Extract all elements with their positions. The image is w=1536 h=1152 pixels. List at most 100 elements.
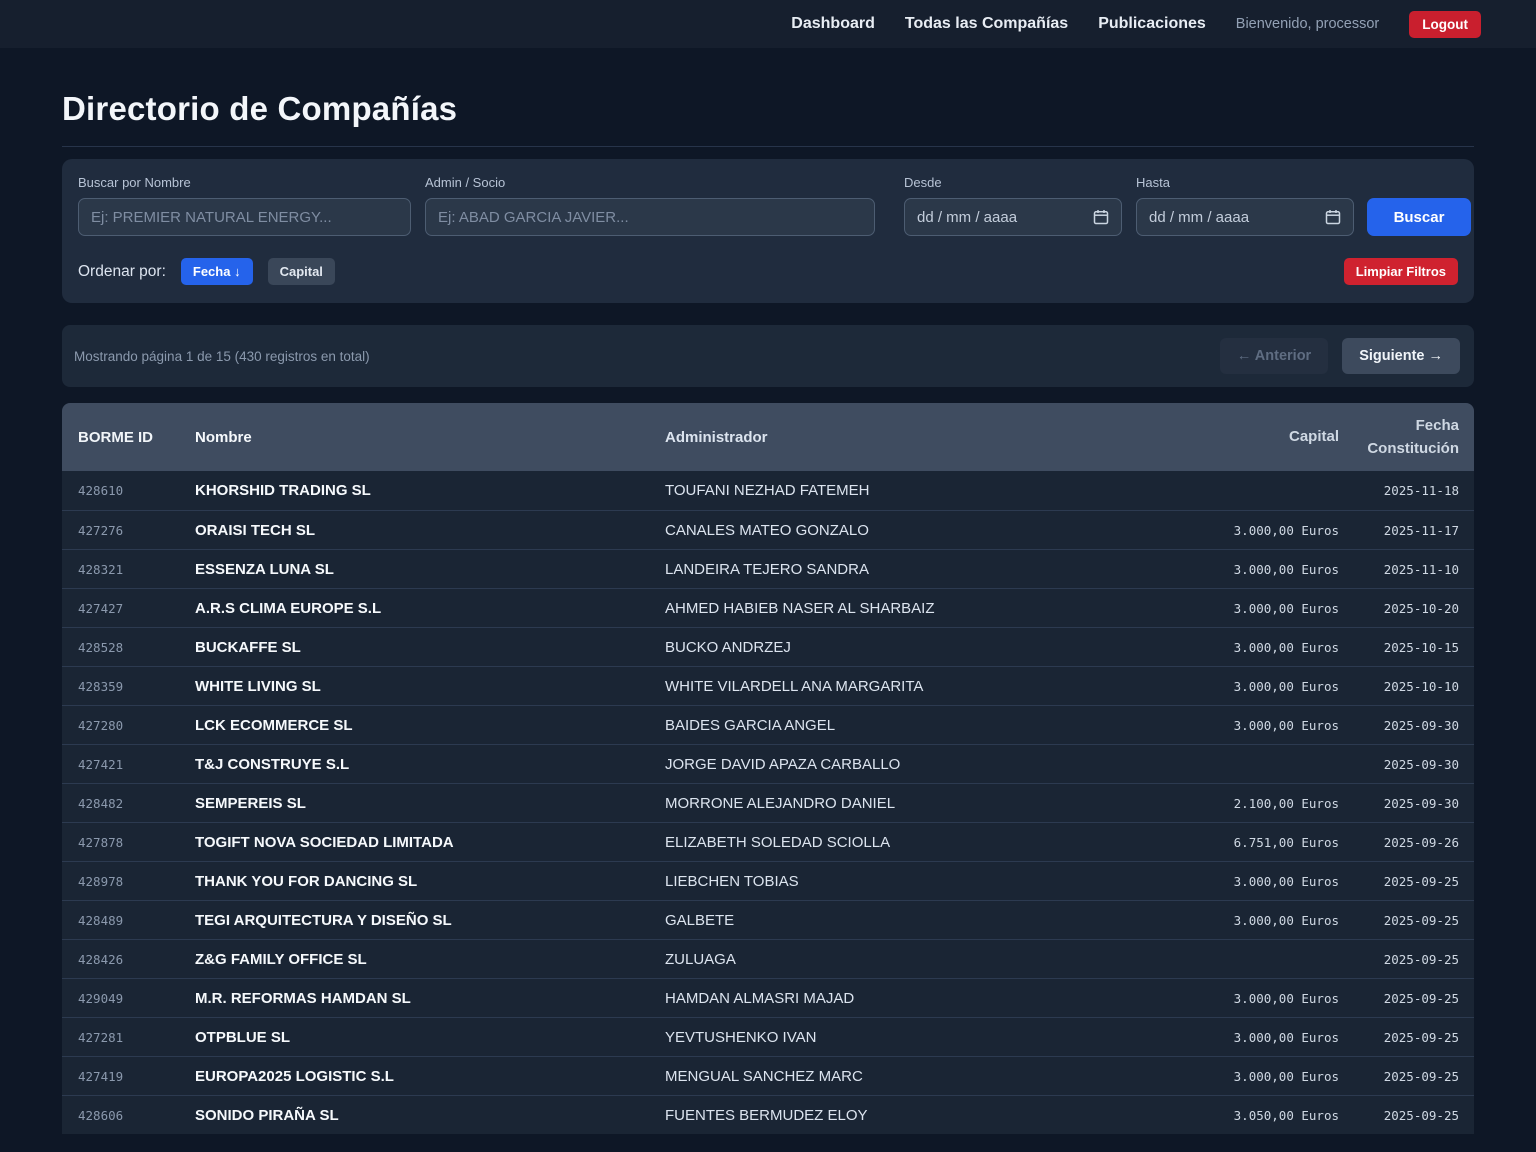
cell-administrator: ZULUAGA xyxy=(665,951,1149,968)
cell-administrator: LANDEIRA TEJERO SANDRA xyxy=(665,561,1149,578)
table-row[interactable]: 427280 LCK ECOMMERCE SL BAIDES GARCIA AN… xyxy=(62,705,1474,744)
nav-item-publicaciones[interactable]: Publicaciones xyxy=(1098,15,1206,33)
table-row[interactable]: 427878 TOGIFT NOVA SOCIEDAD LIMITADA ELI… xyxy=(62,822,1474,861)
cell-date: 2025-09-25 xyxy=(1339,874,1474,889)
sort-capital-button[interactable]: Capital xyxy=(268,258,335,285)
table-row[interactable]: 428606 SONIDO PIRAÑA SL FUENTES BERMUDEZ… xyxy=(62,1095,1474,1134)
calendar-icon[interactable] xyxy=(1093,209,1109,225)
cell-administrator: BAIDES GARCIA ANGEL xyxy=(665,717,1149,734)
cell-administrator: ELIZABETH SOLEDAD SCIOLLA xyxy=(665,834,1149,851)
cell-date: 2025-09-25 xyxy=(1339,952,1474,967)
cell-borme-id: 427419 xyxy=(62,1069,195,1084)
cell-date: 2025-09-25 xyxy=(1339,991,1474,1006)
cell-capital: 3.000,00 Euros xyxy=(1149,640,1339,655)
table-row[interactable]: 427281 OTPBLUE SL YEVTUSHENKO IVAN 3.000… xyxy=(62,1017,1474,1056)
page-content: Directorio de Compañías Buscar por Nombr… xyxy=(0,48,1536,303)
clear-filters-button[interactable]: Limpiar Filtros xyxy=(1344,258,1458,285)
cell-company-name: KHORSHID TRADING SL xyxy=(195,482,665,499)
cell-borme-id: 427276 xyxy=(62,523,195,538)
cell-borme-id: 428978 xyxy=(62,874,195,889)
previous-page-button[interactable]: ← Anterior xyxy=(1220,338,1328,374)
cell-company-name: TEGI ARQUITECTURA Y DISEÑO SL xyxy=(195,912,665,929)
calendar-icon[interactable] xyxy=(1325,209,1341,225)
name-search-input[interactable] xyxy=(78,198,411,236)
cell-borme-id: 428489 xyxy=(62,913,195,928)
cell-capital: 3.000,00 Euros xyxy=(1149,523,1339,538)
cell-date: 2025-09-26 xyxy=(1339,835,1474,850)
cell-date: 2025-11-18 xyxy=(1339,483,1474,498)
sort-fecha-button[interactable]: Fecha ↓ xyxy=(181,258,253,285)
sort-group: Ordenar por: Fecha ↓ Capital xyxy=(78,258,335,285)
cell-date: 2025-11-17 xyxy=(1339,523,1474,538)
date-to-value: dd / mm / aaaa xyxy=(1149,209,1249,226)
table-row[interactable]: 428610 KHORSHID TRADING SL TOUFANI NEZHA… xyxy=(62,471,1474,510)
cell-company-name: Z&G FAMILY OFFICE SL xyxy=(195,951,665,968)
admin-filter-label: Admin / Socio xyxy=(425,175,890,190)
table-row[interactable]: 428528 BUCKAFFE SL BUCKO ANDRZEJ 3.000,0… xyxy=(62,627,1474,666)
cell-administrator: CANALES MATEO GONZALO xyxy=(665,522,1149,539)
welcome-text: Bienvenido, processor xyxy=(1236,16,1379,32)
cell-administrator: FUENTES BERMUDEZ ELOY xyxy=(665,1107,1149,1124)
table-row[interactable]: 428489 TEGI ARQUITECTURA Y DISEÑO SL GAL… xyxy=(62,900,1474,939)
cell-company-name: SONIDO PIRAÑA SL xyxy=(195,1107,665,1124)
cell-capital: 3.000,00 Euros xyxy=(1149,601,1339,616)
top-navbar: Dashboard Todas las Compañías Publicacio… xyxy=(0,0,1536,48)
table-row[interactable]: 428426 Z&G FAMILY OFFICE SL ZULUAGA 2025… xyxy=(62,939,1474,978)
admin-filter-field: Admin / Socio xyxy=(425,175,890,236)
table-body: 428610 KHORSHID TRADING SL TOUFANI NEZHA… xyxy=(62,471,1474,1134)
cell-administrator: MORRONE ALEJANDRO DANIEL xyxy=(665,795,1149,812)
cell-company-name: THANK YOU FOR DANCING SL xyxy=(195,873,665,890)
cell-company-name: A.R.S CLIMA EUROPE S.L xyxy=(195,600,665,617)
cell-company-name: LCK ECOMMERCE SL xyxy=(195,717,665,734)
cell-capital: 2.100,00 Euros xyxy=(1149,796,1339,811)
table-row[interactable]: 427419 EUROPA2025 LOGISTIC S.L MENGUAL S… xyxy=(62,1056,1474,1095)
cell-date: 2025-10-15 xyxy=(1339,640,1474,655)
header-capital: Capital xyxy=(1149,425,1339,448)
pagination-bar: Mostrando página 1 de 15 (430 registros … xyxy=(62,325,1474,387)
cell-date: 2025-09-25 xyxy=(1339,1108,1474,1123)
cell-capital: 3.000,00 Euros xyxy=(1149,991,1339,1006)
admin-search-input[interactable] xyxy=(425,198,875,236)
cell-date: 2025-09-30 xyxy=(1339,757,1474,772)
nav-item-todas-las-companias[interactable]: Todas las Compañías xyxy=(905,15,1068,33)
header-administrador: Administrador xyxy=(665,429,1149,446)
date-to-input[interactable]: dd / mm / aaaa xyxy=(1136,198,1354,236)
filter-inputs-row: Buscar por Nombre Admin / Socio Desde dd… xyxy=(78,175,1458,236)
cell-capital: 3.000,00 Euros xyxy=(1149,679,1339,694)
cell-administrator: TOUFANI NEZHAD FATEMEH xyxy=(665,482,1149,499)
cell-capital: 3.000,00 Euros xyxy=(1149,913,1339,928)
table-row[interactable]: 429049 M.R. REFORMAS HAMDAN SL HAMDAN AL… xyxy=(62,978,1474,1017)
table-row[interactable]: 428482 SEMPEREIS SL MORRONE ALEJANDRO DA… xyxy=(62,783,1474,822)
date-to-field: Hasta dd / mm / aaaa xyxy=(1136,175,1354,236)
nav-item-dashboard[interactable]: Dashboard xyxy=(791,15,875,33)
table-row[interactable]: 427427 A.R.S CLIMA EUROPE S.L AHMED HABI… xyxy=(62,588,1474,627)
cell-date: 2025-10-20 xyxy=(1339,601,1474,616)
cell-company-name: SEMPEREIS SL xyxy=(195,795,665,812)
next-page-button[interactable]: Siguiente → xyxy=(1342,338,1460,374)
cell-borme-id: 427421 xyxy=(62,757,195,772)
cell-administrator: BUCKO ANDRZEJ xyxy=(665,639,1149,656)
search-button[interactable]: Buscar xyxy=(1367,198,1471,236)
table-row[interactable]: 427276 ORAISI TECH SL CANALES MATEO GONZ… xyxy=(62,510,1474,549)
table-row[interactable]: 428978 THANK YOU FOR DANCING SL LIEBCHEN… xyxy=(62,861,1474,900)
cell-capital: 6.751,00 Euros xyxy=(1149,835,1339,850)
cell-administrator: JORGE DAVID APAZA CARBALLO xyxy=(665,756,1149,773)
page-title: Directorio de Compañías xyxy=(62,90,1474,128)
logout-button[interactable]: Logout xyxy=(1409,11,1481,38)
table-row[interactable]: 428321 ESSENZA LUNA SL LANDEIRA TEJERO S… xyxy=(62,549,1474,588)
cell-administrator: YEVTUSHENKO IVAN xyxy=(665,1029,1149,1046)
table-row[interactable]: 427421 T&J CONSTRUYE S.L JORGE DAVID APA… xyxy=(62,744,1474,783)
cell-borme-id: 427427 xyxy=(62,601,195,616)
cell-borme-id: 428610 xyxy=(62,483,195,498)
date-to-label: Hasta xyxy=(1136,175,1354,190)
page-header: Directorio de Compañías xyxy=(62,48,1474,147)
cell-capital: 3.000,00 Euros xyxy=(1149,718,1339,733)
cell-company-name: EUROPA2025 LOGISTIC S.L xyxy=(195,1068,665,1085)
cell-company-name: M.R. REFORMAS HAMDAN SL xyxy=(195,990,665,1007)
header-nombre: Nombre xyxy=(195,429,665,446)
table-header-row: BORME ID Nombre Administrador Capital Fe… xyxy=(62,403,1474,471)
pagination-status: Mostrando página 1 de 15 (430 registros … xyxy=(74,349,370,364)
cell-borme-id: 428528 xyxy=(62,640,195,655)
table-row[interactable]: 428359 WHITE LIVING SL WHITE VILARDELL A… xyxy=(62,666,1474,705)
date-from-input[interactable]: dd / mm / aaaa xyxy=(904,198,1122,236)
